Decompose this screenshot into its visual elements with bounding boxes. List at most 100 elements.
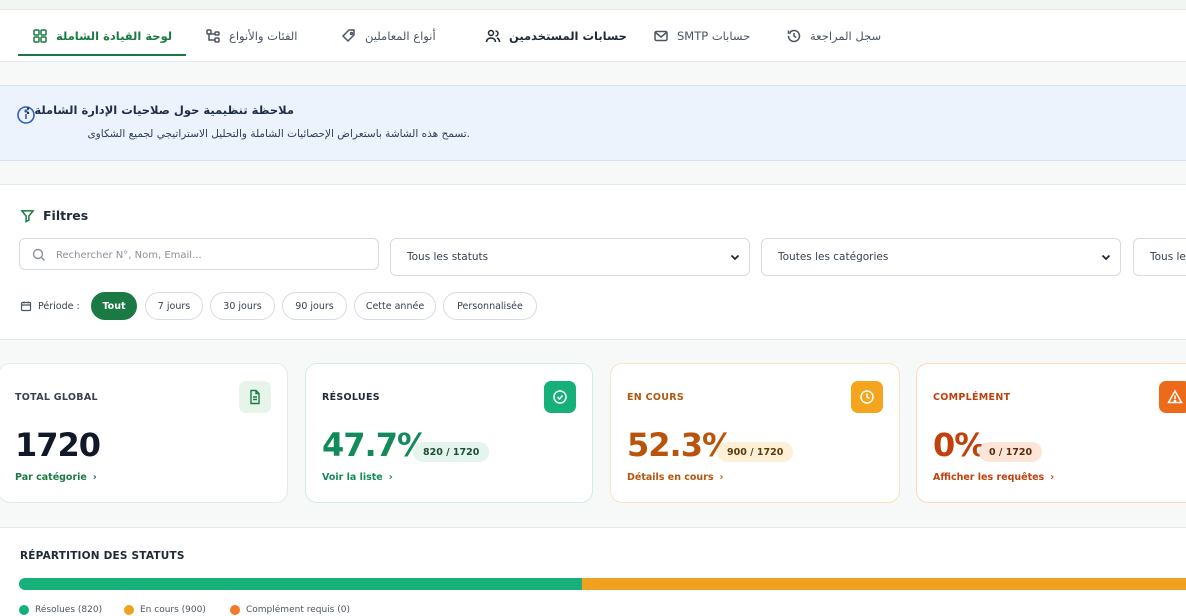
card-in-progress: EN COURS 52.3% 900 / 1720 Détails en cou… [610, 363, 900, 503]
pill-label: 90 jours [295, 300, 334, 312]
legend-dot [124, 605, 134, 615]
search-box[interactable] [19, 238, 379, 270]
card-icon-wrap [1159, 381, 1186, 413]
chevron-down-icon [1101, 254, 1111, 261]
main-tabs: لوحة القيادة الشاملة الفئات والأنواع أنو… [0, 10, 1186, 62]
period-30d-button[interactable]: 30 jours [210, 292, 275, 320]
distribution-bar [19, 578, 1186, 590]
calendar-icon [20, 301, 32, 312]
card-value: 0% [933, 426, 986, 464]
pill-label: Personnalisée [457, 300, 523, 312]
period-this-year-button[interactable]: Cette année [354, 292, 436, 320]
type-select-value: Tous le [1150, 251, 1186, 263]
type-select[interactable]: Tous le [1133, 238, 1186, 276]
period-label-group: Période : [20, 292, 80, 320]
card-badge: 0 / 1720 [979, 442, 1043, 462]
legend-label: Complément requis (0) [246, 605, 350, 615]
card-icon-wrap [851, 381, 883, 413]
warning-icon [1167, 389, 1183, 404]
link-label: Par catégorie [15, 472, 87, 483]
status-select-value: Tous les statuts [407, 251, 489, 263]
in-progress-details-link[interactable]: Détails en cours › [627, 472, 723, 483]
status-distribution: RÉPARTITION DES STATUTS Résolues (820) E… [0, 527, 1186, 616]
notice-body: .تسمح هذه الشاشة باستعراض الإحصائيات الش… [87, 128, 470, 140]
card-label: COMPLÉMENT [933, 392, 1011, 403]
pill-label: 7 jours [157, 300, 191, 312]
filters-title: Filtres [43, 208, 89, 223]
legend-resolved: Résolues (820) [19, 605, 102, 615]
tab-smtp-accounts[interactable]: SMTP حسابات [653, 10, 750, 62]
pill-label: Cette année [365, 300, 425, 312]
by-category-link[interactable]: Par catégorie › [15, 472, 97, 483]
pill-label: 30 jours [223, 300, 262, 312]
tab-dealer-types[interactable]: أنواع المعاملين [341, 10, 436, 62]
link-label: Voir la liste [322, 472, 383, 483]
card-complement: COMPLÉMENT 0% 0 / 1720 Afficher les requ… [916, 363, 1186, 503]
legend-dot [230, 605, 240, 615]
link-label: Détails en cours [627, 472, 714, 483]
tab-label: حسابات المستخدمين [509, 29, 627, 43]
card-label: RÉSOLUES [322, 392, 380, 403]
clock-icon [860, 390, 874, 404]
view-list-link[interactable]: Voir la liste › [322, 472, 393, 483]
tab-audit-log[interactable]: سجل المراجعة [786, 10, 881, 62]
status-select[interactable]: Tous les statuts [390, 238, 750, 276]
legend-dot [19, 605, 29, 615]
card-badge: 820 / 1720 [413, 442, 490, 462]
history-icon [787, 29, 801, 43]
filters-panel: Filtres Tous les statuts Toutes les caté… [0, 184, 1186, 340]
distribution-segment [581, 578, 1186, 590]
legend-label: En cours (900) [140, 605, 206, 615]
legend-label: Résolues (820) [35, 605, 103, 615]
tab-dashboard[interactable]: لوحة القيادة الشاملة [17, 10, 187, 62]
card-label: TOTAL GLOBAL [15, 392, 98, 403]
card-badge: 900 / 1720 [717, 442, 794, 462]
card-value: 1720 [15, 426, 101, 464]
legend-complement: Complément requis (0) [230, 605, 350, 615]
grid-icon [33, 29, 47, 43]
search-icon [32, 248, 45, 261]
filters-header: Filtres [20, 208, 88, 223]
period-90d-button[interactable]: 90 jours [282, 292, 347, 320]
card-icon-wrap [239, 381, 271, 413]
card-total: TOTAL GLOBAL 1720 Par catégorie › [0, 363, 288, 503]
period-all-button[interactable]: Tout [91, 292, 137, 320]
period-custom-button[interactable]: Personnalisée [443, 292, 537, 320]
search-input[interactable] [56, 245, 366, 265]
card-value: 47.7% [322, 426, 429, 464]
legend-in-progress: En cours (900) [124, 605, 206, 615]
check-circle-icon [553, 390, 567, 404]
users-icon [485, 29, 501, 43]
pill-label: Tout [102, 300, 126, 312]
tab-label: الفئات والأنواع [229, 29, 298, 43]
card-value: 52.3% [627, 426, 734, 464]
tab-label: لوحة القيادة الشاملة [56, 29, 173, 43]
card-label: EN COURS [627, 392, 685, 403]
chevron-right-icon: › [92, 472, 97, 483]
tab-label: أنواع المعاملين [365, 29, 436, 43]
tab-label: SMTP حسابات [677, 29, 751, 43]
mail-icon [654, 30, 668, 42]
distribution-title: RÉPARTITION DES STATUTS [20, 550, 185, 562]
document-icon [250, 389, 260, 405]
top-strip [0, 0, 1186, 10]
tag-icon [341, 29, 355, 43]
card-icon-wrap [544, 381, 576, 413]
notice-title: ملاحظة تنظيمية حول صلاحيات الإدارة الشام… [25, 103, 294, 117]
info-notice: ملاحظة تنظيمية حول صلاحيات الإدارة الشام… [0, 85, 1186, 161]
show-requests-link[interactable]: Afficher les requêtes › [933, 472, 1054, 483]
chevron-right-icon: › [1050, 472, 1055, 483]
category-select[interactable]: Toutes les catégories [761, 238, 1121, 276]
tab-user-accounts[interactable]: حسابات المستخدمين [485, 10, 627, 62]
tab-categories[interactable]: الفئات والأنواع [205, 10, 297, 62]
tab-label: سجل المراجعة [810, 29, 882, 43]
card-resolved: RÉSOLUES 47.7% 820 / 1720 Voir la liste … [305, 363, 593, 503]
filter-icon [20, 210, 35, 223]
chevron-right-icon: › [388, 472, 393, 483]
period-label: Période : [38, 300, 80, 312]
period-7d-button[interactable]: 7 jours [145, 292, 203, 320]
distribution-segment [19, 578, 582, 590]
chevron-down-icon [730, 254, 740, 261]
chevron-right-icon: › [719, 472, 724, 483]
category-select-value: Toutes les catégories [778, 251, 889, 263]
